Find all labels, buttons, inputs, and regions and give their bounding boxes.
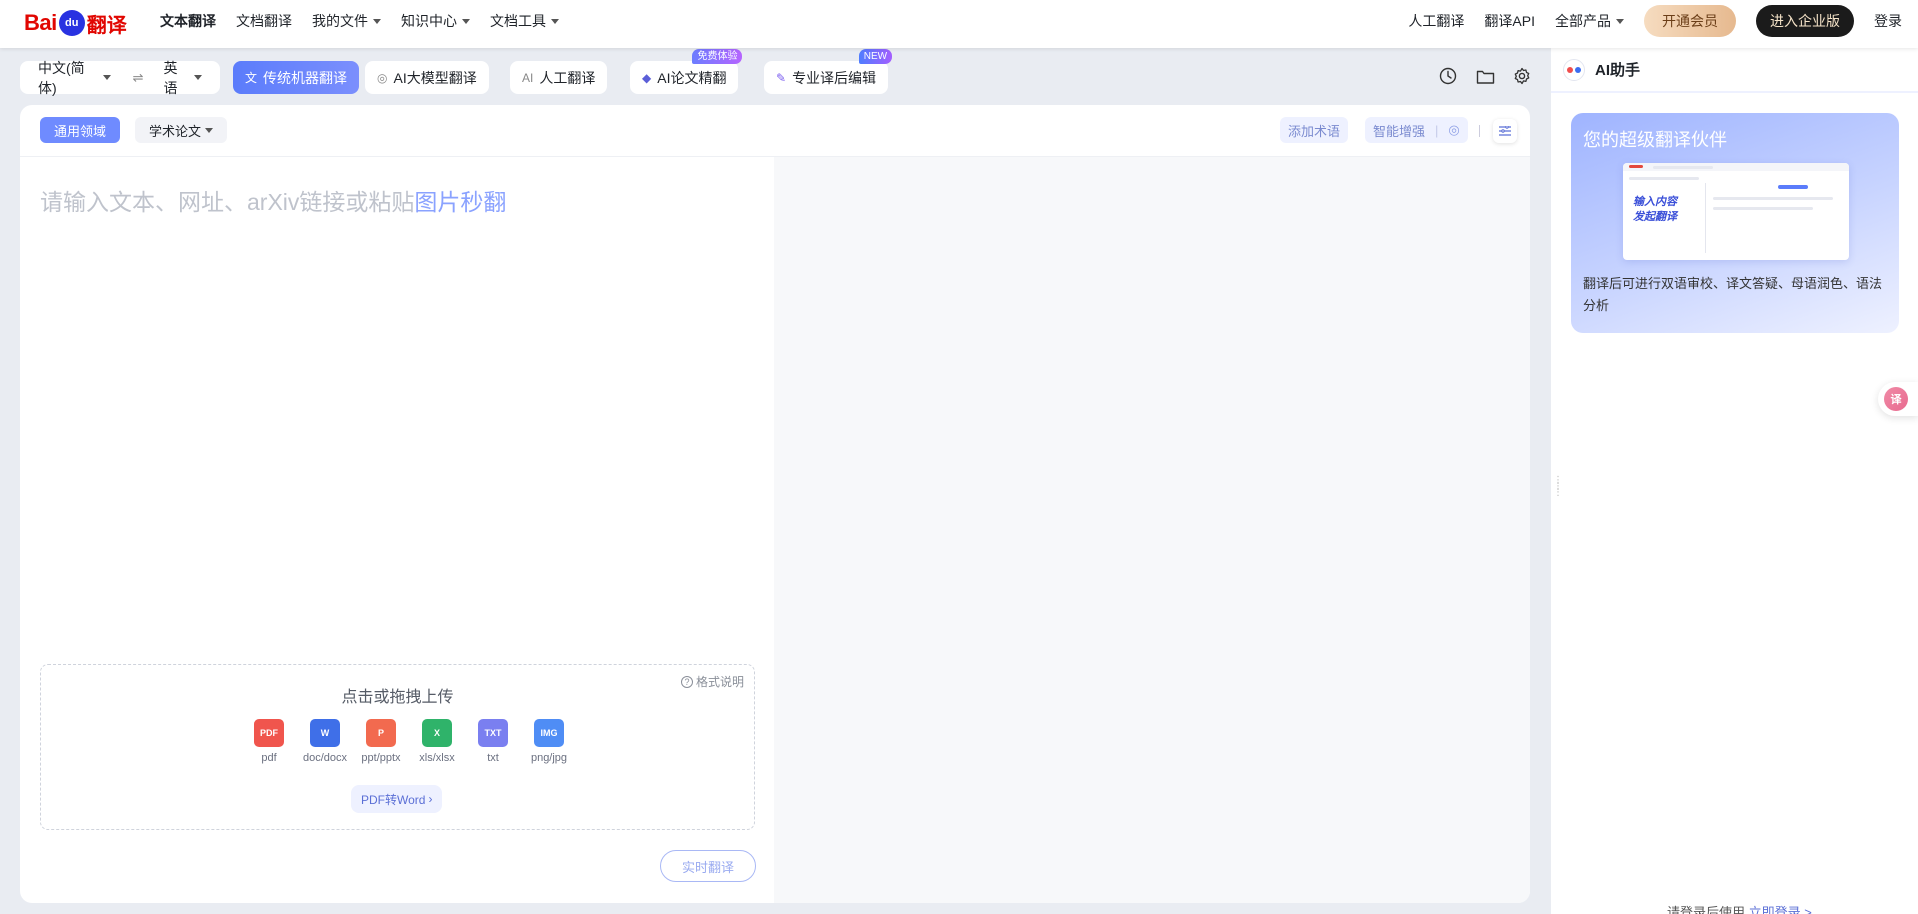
- login-tip: 请登录后使用 立即登录 >: [1667, 902, 1812, 914]
- swap-language-icon[interactable]: ⇌: [133, 70, 144, 86]
- folder-icon[interactable]: [1475, 66, 1495, 86]
- nav-human-translate[interactable]: 人工翻译: [1408, 11, 1464, 31]
- ai-avatar-icon: [1563, 58, 1585, 81]
- translate-icon: 文: [245, 71, 258, 85]
- open-vip-button[interactable]: 开通会员: [1644, 5, 1736, 37]
- file-type-icon: IMG: [534, 719, 564, 747]
- nav-text-translate[interactable]: 文本翻译: [160, 11, 216, 31]
- tab-ai-paper-translate[interactable]: ◆ AI论文精翻 免费体验: [630, 49, 743, 94]
- logo-paw-icon: du: [58, 10, 85, 36]
- file-type-label: pdf: [261, 752, 277, 764]
- file-type-icon: PDF: [254, 719, 284, 747]
- nav-translate-api[interactable]: 翻译API: [1484, 11, 1535, 31]
- ai-assistant-panel: AI助手 您的超级翻译伙伴 输入内容 发起翻译 翻译后可进行双语审校、译文答疑、…: [1551, 48, 1918, 914]
- divider: [1479, 125, 1480, 137]
- chevron-down-icon: [373, 18, 381, 24]
- chevron-down-icon: [551, 18, 559, 24]
- logo-text-fanyi: 翻译: [86, 14, 127, 37]
- history-clock-icon[interactable]: [1438, 66, 1458, 86]
- tab-human-translate[interactable]: AI 人工翻译: [510, 61, 608, 94]
- ai-card-description: 翻译后可进行双语审校、译文答疑、母语润色、语法分析: [1583, 276, 1883, 313]
- pen-edit-icon: ✎: [776, 70, 787, 85]
- ai-assistant-header: AI助手: [1551, 48, 1918, 93]
- ai-human-icon: AI: [522, 70, 534, 85]
- ai-model-icon: ◎: [377, 70, 388, 85]
- file-type-label: png/jpg: [530, 752, 568, 764]
- file-type-pdf: PDF pdf: [241, 719, 297, 764]
- nav-right: 人工翻译 翻译API 全部产品 开通会员 进入企业版 登录: [1408, 4, 1902, 38]
- nav-doc-tools[interactable]: 文档工具: [490, 11, 559, 31]
- pdf-to-word-button[interactable]: PDF转Word ›: [351, 785, 443, 813]
- file-type-icon: X: [422, 719, 452, 747]
- main-nav: 文本翻译 文档翻译 我的文件 知识中心 文档工具: [160, 0, 559, 42]
- file-type-label: txt: [487, 752, 499, 764]
- chevron-down-icon: [1616, 18, 1624, 24]
- file-type-icon: W: [310, 719, 340, 747]
- chevron-down-icon: [205, 127, 214, 133]
- enterprise-button[interactable]: 进入企业版: [1756, 5, 1854, 37]
- nav-my-files[interactable]: 我的文件: [312, 11, 381, 31]
- logo-text: Bai: [24, 10, 57, 35]
- ai-assistant-title: AI助手: [1595, 62, 1641, 79]
- tab-traditional-mt[interactable]: 文 传统机器翻译: [233, 61, 360, 94]
- feature-preview-image: 输入内容 发起翻译: [1623, 163, 1849, 260]
- chevron-right-icon: ›: [428, 792, 433, 806]
- file-type-icon: P: [366, 719, 396, 747]
- file-upload-dropzone[interactable]: 点击或拖拽上传 ? 格式说明 PDF pdf Wdoc/docx Pppt/pptx Xx…: [40, 664, 755, 830]
- ai-intro-card: 您的超级翻译伙伴 输入内容 发起翻译 翻译后可进行双语审校、译文答疑、母语润色、…: [1571, 113, 1899, 333]
- tab-post-edit[interactable]: ✎ 专业译后编辑 NEW: [764, 49, 893, 94]
- add-term-button[interactable]: 添加术语: [1280, 117, 1349, 143]
- domain-academic-select[interactable]: 学术论文: [135, 117, 228, 143]
- file-type-label: xls/xlsx: [419, 752, 455, 764]
- login-now-link[interactable]: 立即登录 >: [1749, 905, 1812, 914]
- toolbar-icons: [1438, 66, 1532, 86]
- file-type-label: ppt/pptx: [361, 752, 401, 764]
- free-trial-badge: 免费体验: [692, 49, 743, 64]
- ai-card-title: 您的超级翻译伙伴: [1583, 130, 1727, 150]
- new-badge: NEW: [858, 49, 893, 64]
- translate-bubble-icon: 译: [1884, 387, 1908, 411]
- chevron-down-icon: [462, 18, 470, 24]
- nav-doc-translate[interactable]: 文档翻译: [236, 11, 292, 31]
- source-text-input[interactable]: 请输入文本、网址、arXiv链接或粘贴图片秒翻: [40, 183, 506, 217]
- realtime-translate-button[interactable]: 实时翻译: [660, 850, 756, 882]
- source-language-select[interactable]: 中文(简体): [38, 58, 111, 98]
- nav-all-products[interactable]: 全部产品: [1555, 11, 1624, 31]
- file-type-ppt-pptx: Pppt/pptx: [353, 719, 409, 764]
- layout-settings-icon[interactable]: [1493, 119, 1517, 143]
- graduation-cap-icon: ◆: [642, 70, 652, 85]
- translation-output-pane: [774, 157, 1530, 903]
- file-type-icon: TXT: [478, 719, 508, 747]
- baidu-translate-logo[interactable]: Bai du 翻译: [24, 6, 127, 40]
- file-type-txt: TXT txt: [465, 719, 521, 764]
- file-type-xls-xlsx: Xxls/xlsx: [409, 719, 465, 764]
- nav-knowledge-center[interactable]: 知识中心: [401, 11, 470, 31]
- file-type-png-jpg: IMG png/jpg: [521, 719, 577, 764]
- chevron-down-icon: [194, 75, 202, 80]
- file-type-list: PDF pdf Wdoc/docx Pppt/pptx Xxls/xlsx TXT txt I…: [241, 719, 577, 764]
- tab-ai-model-translate[interactable]: ◎ AI大模型翻译: [365, 61, 489, 94]
- gear-icon[interactable]: [1512, 66, 1532, 86]
- smart-enhance-toggle[interactable]: 智能增强 | ◎: [1365, 117, 1468, 143]
- file-type-label: doc/docx: [302, 752, 348, 764]
- file-type-doc-docx: Wdoc/docx: [297, 719, 353, 764]
- upload-title: 点击或拖拽上传: [341, 689, 454, 706]
- chevron-down-icon: [102, 75, 111, 80]
- floating-translate-button[interactable]: 译: [1878, 382, 1918, 416]
- question-icon: ?: [680, 675, 693, 688]
- image-translate-link[interactable]: 图片秒翻: [414, 189, 506, 215]
- target-language-select[interactable]: 英语: [164, 58, 202, 98]
- panel-resize-handle[interactable]: ⋮ ⋮ ⋮: [1553, 476, 1563, 506]
- login-link[interactable]: 登录: [1874, 11, 1902, 31]
- preview-caption: 输入内容 发起翻译: [1633, 196, 1677, 223]
- format-help-link[interactable]: ? 格式说明: [680, 673, 744, 690]
- translation-card: 通用领域 学术论文 添加术语 智能增强 | ◎ 请输入文本、网址、arXiv链接或粘…: [20, 105, 1530, 903]
- language-selector: 中文(简体) ⇌ 英语: [20, 60, 220, 96]
- divider: |: [1435, 122, 1439, 138]
- top-navbar: Bai du 翻译 文本翻译 文档翻译 我的文件 知识中心 文档工具 人工翻译 …: [0, 0, 1918, 48]
- domain-general-button[interactable]: 通用领域: [40, 117, 121, 143]
- target-icon: ◎: [1448, 122, 1460, 137]
- domain-toolbar: 通用领域 学术论文 添加术语 智能增强 | ◎: [20, 105, 1530, 157]
